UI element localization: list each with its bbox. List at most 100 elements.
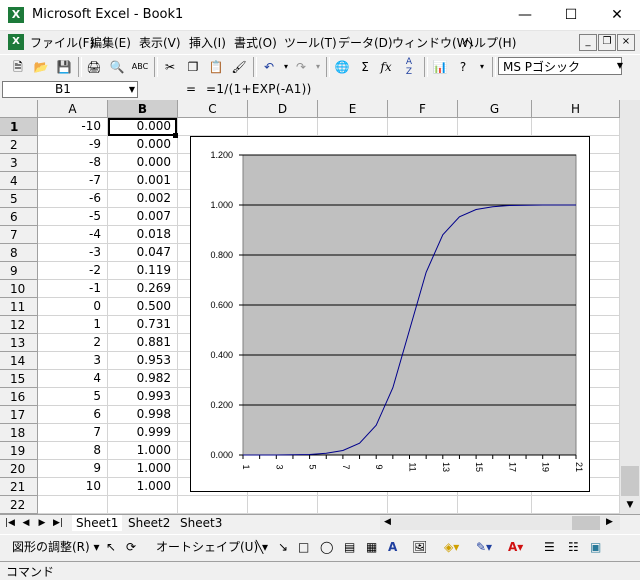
cell-b[interactable]: 0.047	[108, 244, 178, 262]
line-icon[interactable]: ╲	[256, 538, 263, 556]
cell-a[interactable]: -8	[38, 154, 108, 172]
menu-data[interactable]: データ(D)	[338, 34, 393, 51]
column-header-c[interactable]: C	[178, 100, 248, 118]
format-painter-icon[interactable]: 🖌	[229, 57, 249, 77]
cell-b[interactable]: 0.269	[108, 280, 178, 298]
cell-b[interactable]: 0.002	[108, 190, 178, 208]
cell-b[interactable]: 0.953	[108, 352, 178, 370]
cell-a[interactable]: -3	[38, 244, 108, 262]
cell-b[interactable]: 1.000	[108, 460, 178, 478]
cell-a[interactable]: -9	[38, 136, 108, 154]
cell-b[interactable]: 0.000	[108, 136, 178, 154]
menu-view[interactable]: 表示(V)	[139, 34, 181, 51]
cell-a[interactable]: -6	[38, 190, 108, 208]
fill-handle[interactable]	[173, 133, 178, 138]
font-name-select[interactable]: MS Pゴシック	[498, 57, 622, 75]
scroll-left-icon[interactable]: ◀	[384, 517, 391, 527]
open-icon[interactable]: 📂	[31, 57, 51, 77]
oval-icon[interactable]: ◯	[320, 538, 333, 556]
column-header-g[interactable]: G	[458, 100, 532, 118]
rectangle-icon[interactable]: □	[298, 538, 309, 556]
cell-a[interactable]	[38, 496, 108, 514]
cell-a[interactable]: 10	[38, 478, 108, 496]
cell-a[interactable]: -7	[38, 172, 108, 190]
cell-b[interactable]: 1.000	[108, 442, 178, 460]
cell-b[interactable]: 0.982	[108, 370, 178, 388]
cell-b[interactable]: 0.998	[108, 406, 178, 424]
font-color-icon[interactable]: A▾	[508, 538, 523, 556]
paste-icon[interactable]: 📋	[206, 57, 226, 77]
row-header[interactable]: 16	[0, 388, 38, 406]
tab-sheet1[interactable]: Sheet1	[72, 515, 123, 531]
fill-color-icon[interactable]: ◈▾	[444, 538, 459, 556]
maximize-button[interactable]: ☐	[548, 0, 594, 30]
minimize-button[interactable]: —	[502, 0, 548, 30]
menu-help[interactable]: ヘルプ(H)	[462, 34, 516, 51]
3d-icon[interactable]: ▣	[590, 538, 601, 556]
function-icon[interactable]: fx	[376, 57, 396, 77]
column-header-e[interactable]: E	[318, 100, 388, 118]
cell-a[interactable]: 5	[38, 388, 108, 406]
menu-edit[interactable]: 編集(E)	[90, 34, 131, 51]
menu-file[interactable]: ファイル(F)	[30, 34, 94, 51]
menu-tools[interactable]: ツール(T)	[284, 34, 337, 51]
font-dropdown-icon[interactable]: ▼	[614, 58, 626, 74]
line-color-icon[interactable]: ✎▾	[476, 538, 492, 556]
save-icon[interactable]: 💾	[54, 57, 74, 77]
wordart-icon[interactable]: ▦	[366, 538, 377, 556]
cell-b[interactable]: 1.000	[108, 478, 178, 496]
chart-wizard-icon[interactable]: 📊	[430, 57, 450, 77]
cell-a[interactable]: 1	[38, 316, 108, 334]
dash-style-icon[interactable]: ☷	[568, 538, 579, 556]
spellcheck-icon[interactable]: ABC	[130, 57, 150, 77]
row-header[interactable]: 6	[0, 208, 38, 226]
hyperlink-icon[interactable]: 🌐	[332, 57, 352, 77]
cell-a[interactable]: 0	[38, 298, 108, 316]
active-cell-b1[interactable]	[108, 118, 177, 136]
cell-b[interactable]: 0.119	[108, 262, 178, 280]
row-header[interactable]: 4	[0, 172, 38, 190]
cell-a[interactable]: 9	[38, 460, 108, 478]
doc-minimize-button[interactable]: _	[579, 34, 597, 51]
menu-insert[interactable]: 挿入(I)	[189, 34, 226, 51]
row-header[interactable]: 22	[0, 496, 38, 514]
help-icon[interactable]: ?	[453, 57, 473, 77]
scroll-down-icon[interactable]: ▼	[621, 498, 639, 512]
row-header[interactable]: 9	[0, 262, 38, 280]
print-icon[interactable]: 🖨	[84, 57, 104, 77]
row-header[interactable]: 21	[0, 478, 38, 496]
vertical-scrollbar[interactable]	[620, 100, 640, 514]
draw-adjust-menu[interactable]: 図形の調整(R) ▾	[12, 538, 100, 556]
column-header-f[interactable]: F	[388, 100, 458, 118]
cell-b[interactable]: 0.000	[108, 154, 178, 172]
cell-b[interactable]: 0.993	[108, 388, 178, 406]
new-icon[interactable]: 🗎	[8, 57, 28, 77]
redo-dropdown-icon[interactable]: ▾	[308, 57, 328, 77]
row-header[interactable]: 13	[0, 334, 38, 352]
cell-b[interactable]: 0.881	[108, 334, 178, 352]
arrow-icon[interactable]: ↘	[278, 538, 288, 556]
row-header[interactable]: 19	[0, 442, 38, 460]
cell-a[interactable]: -4	[38, 226, 108, 244]
row-header[interactable]: 14	[0, 352, 38, 370]
cell-a[interactable]: -1	[38, 280, 108, 298]
column-header-d[interactable]: D	[248, 100, 318, 118]
next-sheet-icon[interactable]: ▶	[36, 516, 48, 530]
free-rotate-icon[interactable]: ⟳	[126, 538, 136, 556]
autoshape-menu[interactable]: オートシェイプ(U) ▾	[156, 538, 268, 556]
formula-input[interactable]: =1/(1+EXP(-A1))	[206, 82, 312, 96]
cell-b[interactable]	[108, 496, 178, 514]
cell-b[interactable]: 0.500	[108, 298, 178, 316]
cell-b[interactable]: 0.018	[108, 226, 178, 244]
doc-restore-button[interactable]: ❐	[598, 34, 616, 51]
cell-a[interactable]: 8	[38, 442, 108, 460]
cell-a[interactable]: -5	[38, 208, 108, 226]
row-header[interactable]: 12	[0, 316, 38, 334]
textbox-icon[interactable]: ▤	[344, 538, 355, 556]
clipart-icon[interactable]: A	[388, 538, 397, 556]
cell-a[interactable]: 2	[38, 334, 108, 352]
autosum-icon[interactable]: Σ	[355, 57, 375, 77]
cell-a[interactable]: -2	[38, 262, 108, 280]
cell-b[interactable]: 0.007	[108, 208, 178, 226]
row-header[interactable]: 3	[0, 154, 38, 172]
